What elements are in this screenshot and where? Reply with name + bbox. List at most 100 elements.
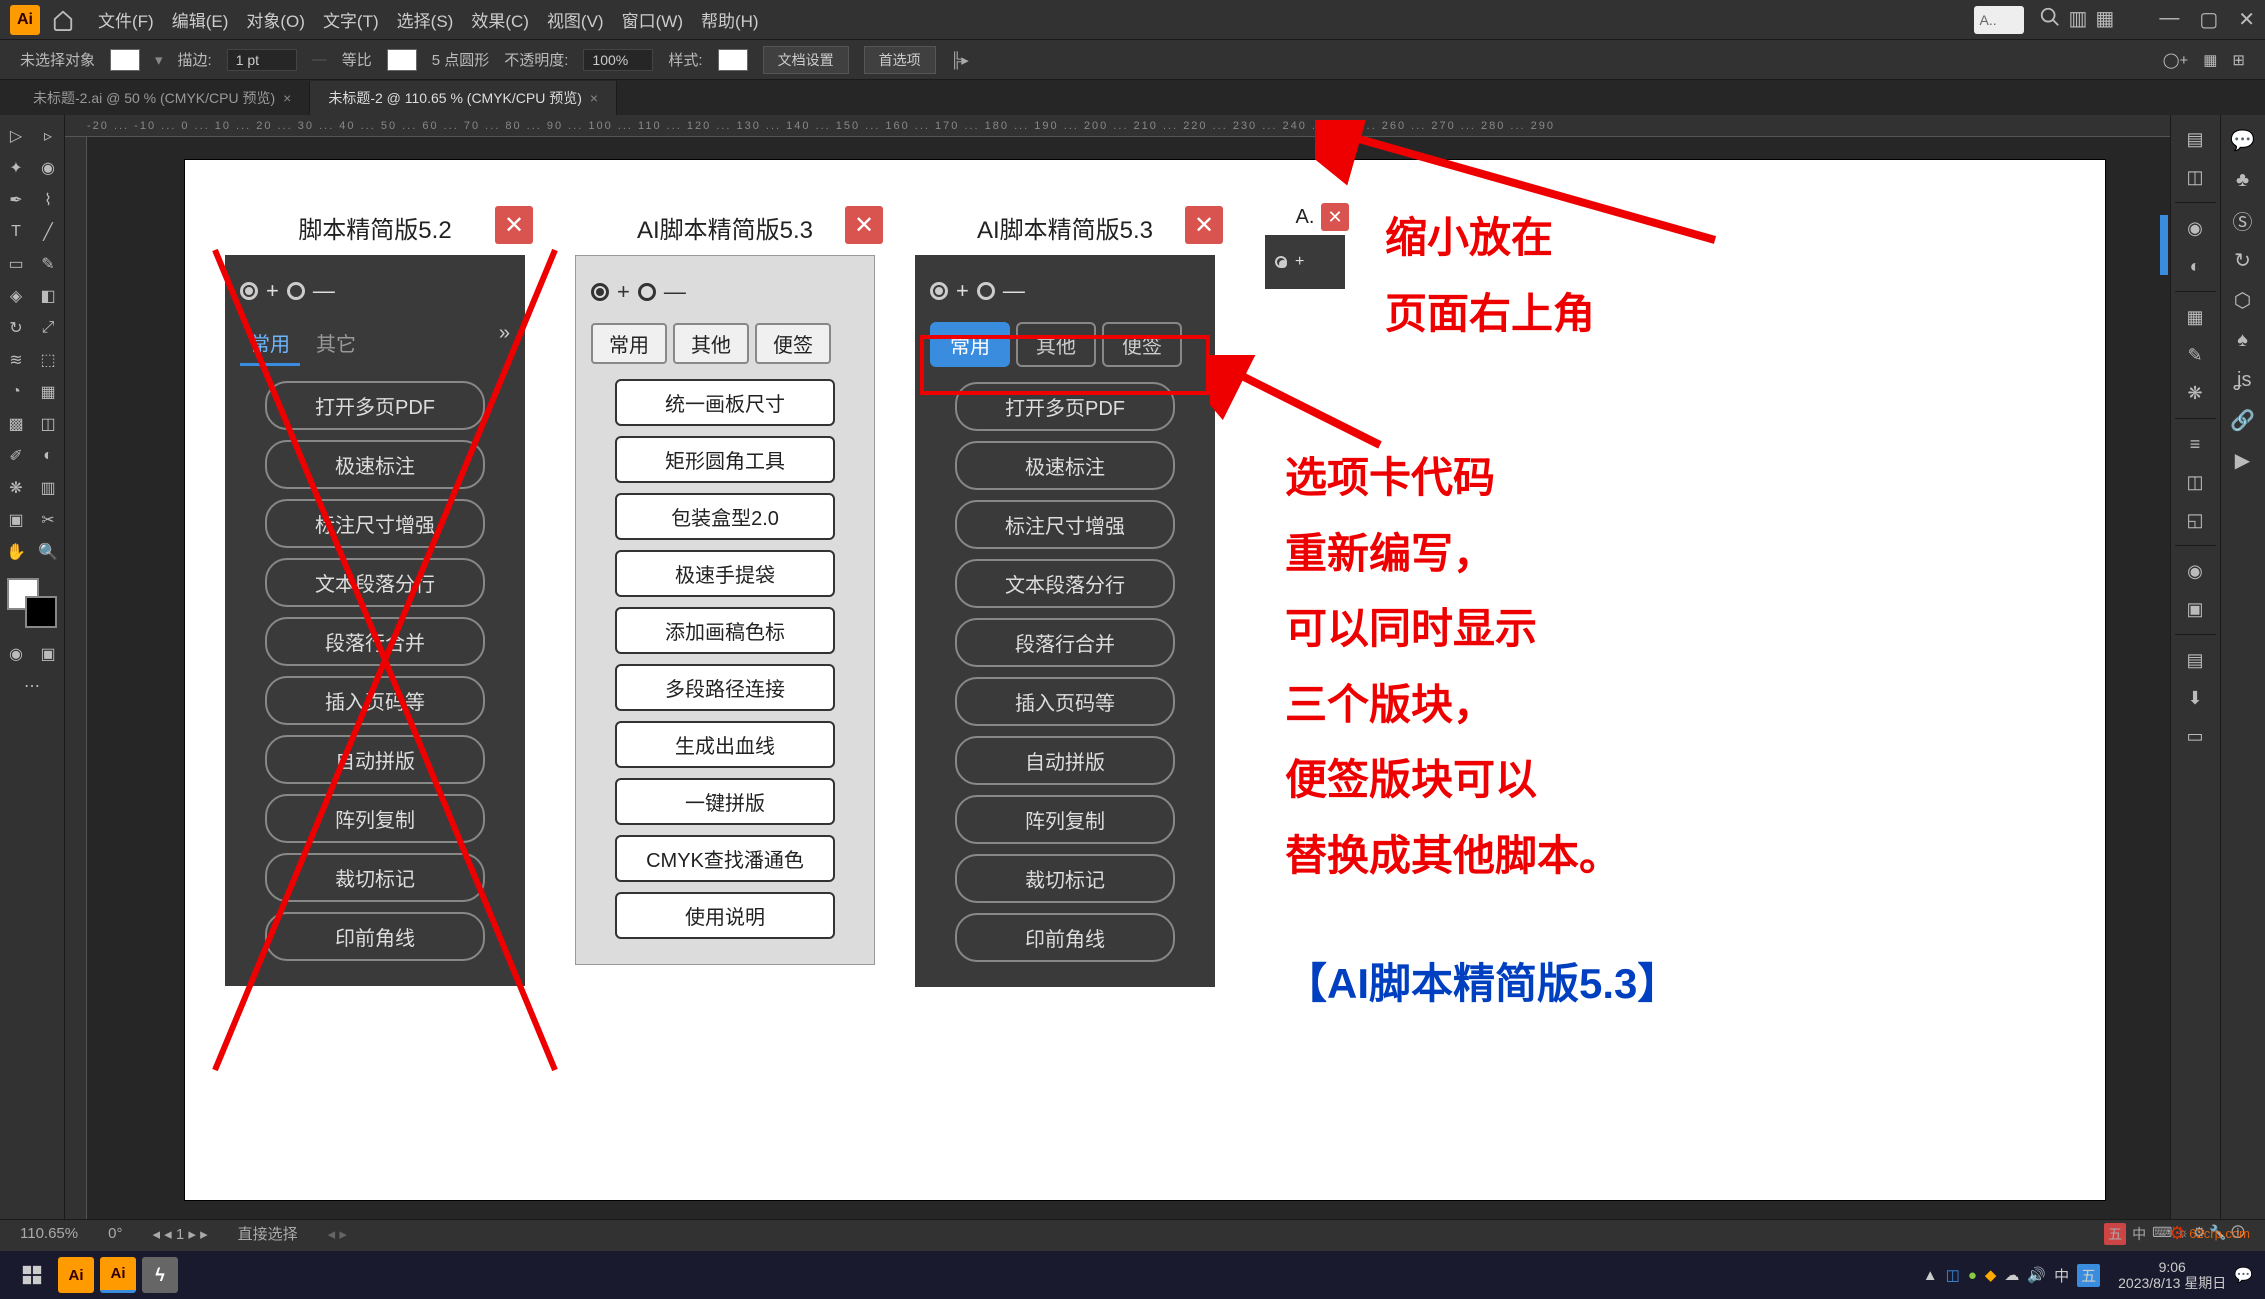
- ime-lang[interactable]: 中: [2132, 1224, 2146, 1244]
- tray-clock[interactable]: 9:06 2023/8/13 星期日: [2118, 1259, 2226, 1291]
- script-button[interactable]: 阵列复制: [955, 795, 1175, 844]
- notifications-icon[interactable]: 💬: [2234, 1266, 2253, 1284]
- shape-builder-tool[interactable]: ◔: [0, 376, 32, 408]
- taskbar-ai-1[interactable]: Ai: [58, 1257, 94, 1293]
- scrollbar-indicator[interactable]: [2160, 215, 2168, 275]
- perspective-tool[interactable]: ▦: [32, 376, 64, 408]
- artboards-icon[interactable]: ▭: [2171, 717, 2219, 755]
- type-tool[interactable]: T: [0, 216, 32, 248]
- panel-expand-icon[interactable]: ⊞: [2232, 51, 2245, 69]
- layers-icon[interactable]: ▤: [2171, 641, 2219, 679]
- script-button[interactable]: 极速标注: [955, 441, 1175, 490]
- maximize-button[interactable]: ▢: [2199, 7, 2218, 32]
- uniform-label[interactable]: 等比: [342, 49, 372, 70]
- tray-icon[interactable]: ●: [1968, 1267, 1977, 1284]
- script-button[interactable]: 包装盒型2.0: [615, 493, 835, 540]
- tab-notes[interactable]: 便签: [755, 323, 831, 364]
- script-button[interactable]: 印前角线: [955, 913, 1175, 962]
- top-search-input[interactable]: A..: [1974, 6, 2024, 34]
- play-icon[interactable]: ▶: [2221, 440, 2264, 480]
- curvature-tool[interactable]: ⌇: [32, 184, 64, 216]
- color-icon[interactable]: ◉: [2171, 209, 2219, 247]
- asset-export-icon[interactable]: ⬇: [2171, 679, 2219, 717]
- brush-swatch[interactable]: [387, 49, 417, 71]
- hand-tool[interactable]: ✋: [0, 536, 32, 568]
- menu-file[interactable]: 文件(F): [98, 7, 154, 32]
- gradient-tool[interactable]: ◫: [32, 408, 64, 440]
- artboard-tool[interactable]: ▣: [0, 504, 32, 536]
- script-button[interactable]: 标注尺寸增强: [955, 500, 1175, 549]
- appearance-icon[interactable]: ◉: [2171, 552, 2219, 590]
- history-icon[interactable]: ↻: [2221, 240, 2264, 280]
- brush-preset[interactable]: 5 点圆形: [432, 49, 490, 70]
- menu-help[interactable]: 帮助(H): [701, 7, 759, 32]
- scale-tool[interactable]: ⤢: [32, 312, 64, 344]
- comments-icon[interactable]: 💬: [2221, 120, 2264, 160]
- tray-icon[interactable]: ☁: [2004, 1266, 2019, 1284]
- artboard-nav[interactable]: ◂ ◂ 1 ▸ ▸: [152, 1225, 207, 1243]
- tray-ime[interactable]: 中: [2054, 1265, 2069, 1286]
- gradient-icon[interactable]: ◫: [2171, 463, 2219, 501]
- symbols-icon[interactable]: ❋: [2171, 374, 2219, 412]
- tray-icon[interactable]: ◫: [1946, 1266, 1960, 1284]
- script-button[interactable]: 自动拼版: [955, 736, 1175, 785]
- brush-tool[interactable]: ✎: [32, 248, 64, 280]
- swatches-icon[interactable]: ▦: [2171, 298, 2219, 336]
- stroke-weight-input[interactable]: [227, 49, 297, 71]
- doc-tab-1[interactable]: 未标题-2.ai @ 50 % (CMYK/CPU 预览)×: [15, 81, 310, 115]
- tab-other[interactable]: 其他: [673, 323, 749, 364]
- color-picker[interactable]: [7, 578, 57, 628]
- lasso-tool[interactable]: ◉: [32, 152, 64, 184]
- menu-select[interactable]: 选择(S): [397, 7, 454, 32]
- script-button[interactable]: 多段路径连接: [615, 664, 835, 711]
- home-icon[interactable]: [48, 5, 78, 35]
- script-button[interactable]: 文本段落分行: [955, 559, 1175, 608]
- line-tool[interactable]: ╱: [32, 216, 64, 248]
- script-button[interactable]: 生成出血线: [615, 721, 835, 768]
- script-button[interactable]: 使用说明: [615, 892, 835, 939]
- close-icon[interactable]: ✕: [1185, 206, 1223, 244]
- opacity-input[interactable]: [583, 49, 653, 71]
- slice-tool[interactable]: ✂: [32, 504, 64, 536]
- info-icon[interactable]: Ⓢ: [2221, 200, 2264, 240]
- script-button[interactable]: 统一画板尺寸: [615, 379, 835, 426]
- stroke-icon[interactable]: ≡: [2171, 425, 2219, 463]
- eyedropper-tool[interactable]: ✐: [0, 440, 32, 472]
- tray-ime-badge[interactable]: 五: [2077, 1264, 2100, 1287]
- style-swatch[interactable]: [718, 49, 748, 71]
- menu-effect[interactable]: 效果(C): [471, 7, 529, 32]
- properties-icon[interactable]: ▤: [2171, 120, 2219, 158]
- graphic-styles-icon[interactable]: ▣: [2171, 590, 2219, 628]
- rotation-angle[interactable]: 0°: [108, 1225, 122, 1242]
- libraries-icon[interactable]: ◫: [2171, 158, 2219, 196]
- rectangle-tool[interactable]: ▭: [0, 248, 32, 280]
- dropdown-icon[interactable]: ▾: [155, 51, 163, 69]
- stroke-color[interactable]: [25, 596, 57, 628]
- align-icon[interactable]: ╠▸: [951, 51, 969, 69]
- selection-tool[interactable]: ▷: [0, 120, 32, 152]
- graph-tool[interactable]: ▥: [32, 472, 64, 504]
- start-button[interactable]: [12, 1255, 52, 1295]
- symbol-spray-tool[interactable]: ❋: [0, 472, 32, 504]
- navigator-icon[interactable]: ♣: [2221, 160, 2264, 200]
- script-button[interactable]: 一键拼版: [615, 778, 835, 825]
- cloud-icon[interactable]: ◯+: [2163, 51, 2189, 69]
- direct-select-tool[interactable]: ▹: [32, 120, 64, 152]
- edit-toolbar[interactable]: ⋯: [0, 670, 64, 702]
- menu-type[interactable]: 文字(T): [323, 7, 379, 32]
- menu-object[interactable]: 对象(O): [246, 7, 305, 32]
- taskbar-app[interactable]: ϟ: [142, 1257, 178, 1293]
- ime-badge[interactable]: 五: [2104, 1223, 2126, 1245]
- script-button[interactable]: 裁切标记: [955, 854, 1175, 903]
- close-icon[interactable]: ✕: [495, 206, 533, 244]
- zoom-level[interactable]: 110.65%: [20, 1225, 78, 1242]
- script-button[interactable]: 矩形圆角工具: [615, 436, 835, 483]
- script-button[interactable]: 极速手提袋: [615, 550, 835, 597]
- menu-view[interactable]: 视图(V): [547, 7, 604, 32]
- brushes-icon[interactable]: ✎: [2171, 336, 2219, 374]
- script-button[interactable]: 插入页码等: [955, 677, 1175, 726]
- script-button[interactable]: 段落行合并: [955, 618, 1175, 667]
- screen-mode[interactable]: ▣: [32, 638, 64, 670]
- minimize-button[interactable]: —: [2159, 7, 2179, 32]
- tab-close-icon[interactable]: ×: [590, 90, 598, 106]
